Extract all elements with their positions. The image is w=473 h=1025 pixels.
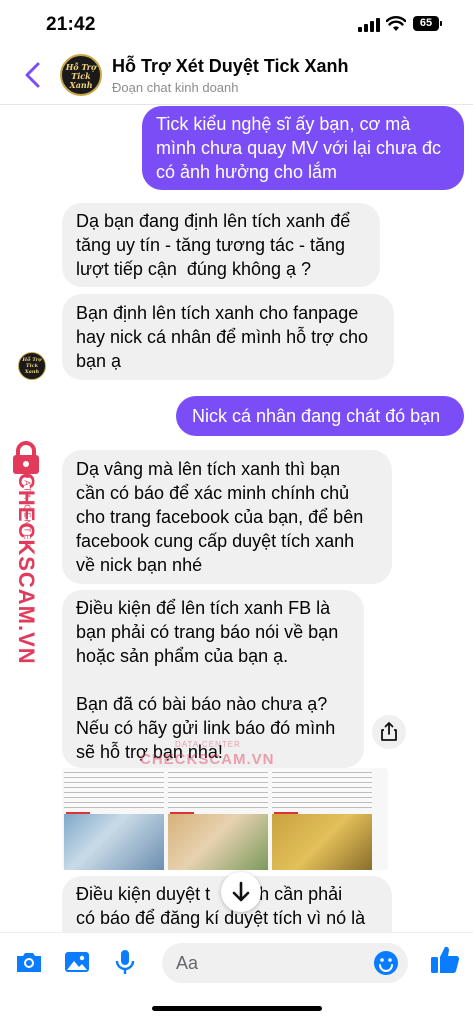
- avatar-logo-text: Hỗ Trợ Tick Xanh: [22, 357, 42, 375]
- microphone-icon[interactable]: [110, 947, 140, 977]
- message-outgoing[interactable]: Tick kiểu nghệ sĩ ấy bạn, cơ mà mình chư…: [142, 106, 464, 190]
- status-bar: 21:42 65: [0, 0, 473, 48]
- news-screenshot-image[interactable]: [62, 768, 388, 870]
- chat-title[interactable]: Hỗ Trợ Xét Duyệt Tick Xanh: [112, 56, 349, 77]
- chat-subtitle: Đoạn chat kinh doanh: [112, 80, 239, 95]
- battery-tip: [440, 21, 442, 26]
- scroll-to-bottom-button[interactable]: [221, 872, 261, 912]
- message-outgoing[interactable]: Nick cá nhân đang chát đó bạn: [176, 396, 464, 436]
- watermark-subtext: DATA CENTER: [175, 740, 241, 749]
- avatar-logo-text: Hỗ Trợ Tick Xanh: [65, 62, 97, 90]
- watermark-brand: CHECKSCAM.VN: [140, 751, 275, 768]
- news-photo: [64, 814, 164, 870]
- thumbs-up-icon[interactable]: [428, 943, 462, 977]
- message-input[interactable]: Aa: [162, 943, 408, 983]
- news-text-block: [64, 768, 164, 808]
- home-indicator: [152, 1006, 322, 1011]
- news-column: [272, 768, 372, 870]
- news-text-block: [168, 768, 268, 808]
- checkscam-watermark: DATA CENTER CHECKSCAM.VN: [2, 440, 48, 665]
- status-time: 21:42: [46, 14, 96, 35]
- wifi-icon: [386, 16, 406, 31]
- message-incoming[interactable]: Bạn định lên tích xanh cho fanpage hay n…: [62, 294, 394, 380]
- lock-icon: [13, 441, 39, 474]
- page-avatar[interactable]: Hỗ Trợ Tick Xanh: [60, 54, 102, 96]
- arrow-down-icon: [232, 881, 250, 902]
- share-button[interactable]: [372, 715, 406, 749]
- message-composer: Aa: [0, 932, 473, 1025]
- news-photo: [168, 814, 268, 870]
- sender-avatar[interactable]: Hỗ Trợ Tick Xanh: [18, 352, 46, 380]
- emoji-icon[interactable]: [372, 949, 400, 977]
- gallery-icon[interactable]: [62, 947, 92, 977]
- chat-header: Hỗ Trợ Tick Xanh Hỗ Trợ Xét Duyệt Tick X…: [0, 48, 473, 105]
- message-input-placeholder: Aa: [176, 953, 199, 973]
- cellular-signal-icon: [358, 18, 380, 32]
- news-photo: [272, 814, 372, 870]
- watermark-brand: CHECKSCAM.VN: [14, 473, 39, 665]
- message-incoming[interactable]: Dạ bạn đang định lên tích xanh để tăng u…: [62, 203, 380, 287]
- news-column: [64, 768, 164, 870]
- news-column: [168, 768, 268, 870]
- back-chevron-icon[interactable]: [20, 60, 46, 90]
- share-icon: [381, 722, 397, 741]
- news-text-block: [272, 768, 372, 808]
- battery-icon: 65: [413, 16, 439, 31]
- camera-icon[interactable]: [14, 947, 44, 977]
- message-incoming[interactable]: Dạ vâng mà lên tích xanh thì bạn cần có …: [62, 450, 392, 584]
